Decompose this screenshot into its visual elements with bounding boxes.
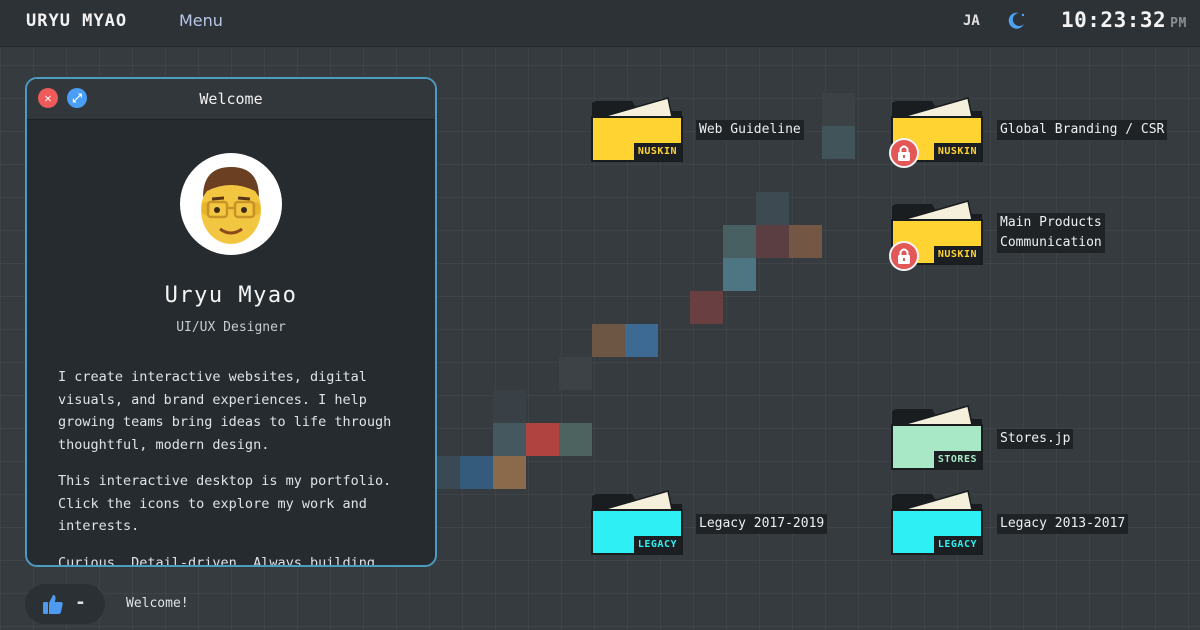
folder-global-branding[interactable]: NUSKIN [889, 95, 985, 168]
clock-ampm: PM [1170, 16, 1187, 31]
window-title: Welcome [199, 90, 263, 108]
like-count: - [75, 592, 86, 613]
folder-label[interactable]: Global Branding / CSR [997, 120, 1168, 140]
folder-tag: NUSKIN [933, 246, 981, 264]
status-message: Welcome! [126, 596, 189, 611]
folder-main-products[interactable]: NUSKIN [889, 198, 985, 271]
site-logo[interactable]: URYU MYAO [26, 11, 127, 31]
folder-label[interactable]: Legacy 2013-2017 [997, 514, 1129, 534]
profile-role: UI/UX Designer [176, 320, 286, 335]
folder-web-guideline[interactable]: NUSKIN [590, 95, 685, 165]
folder-tag: NUSKIN [933, 143, 981, 161]
folder-tag: STORES [933, 451, 981, 469]
folder-tag: LEGACY [633, 536, 681, 554]
folder-label[interactable]: Stores.jp [997, 429, 1074, 449]
clock: 10:23:32 PM [1061, 8, 1187, 32]
language-toggle[interactable]: JA [963, 13, 980, 29]
folder-legacy-2013-2017[interactable]: LEGACY [890, 488, 985, 558]
welcome-window: ✕ ⤢ Welcome Uryu Myao UI/UX Designer I c… [25, 77, 437, 567]
folder-label[interactable]: Legacy 2017-2019 [696, 514, 828, 534]
clock-time: 10:23:32 [1061, 8, 1167, 32]
lock-icon [889, 138, 919, 168]
folder-label[interactable]: Web Guideline [696, 120, 804, 140]
window-titlebar[interactable]: ✕ ⤢ Welcome [27, 79, 435, 120]
lock-icon [889, 241, 919, 271]
menu-button[interactable]: Menu [179, 11, 223, 30]
moon-icon[interactable] [1005, 10, 1027, 32]
folder-tag: NUSKIN [633, 143, 681, 161]
folder-label[interactable]: Main Products Communication [997, 213, 1105, 253]
avatar [180, 153, 282, 255]
top-bar: URYU MYAO Menu JA 10:23:32 PM [0, 0, 1200, 46]
bio-paragraph-1: I create interactive websites, digital v… [58, 369, 392, 453]
folder-legacy-2017-2019[interactable]: LEGACY [590, 488, 685, 558]
bio-paragraph-2: This interactive desktop is my portfolio… [58, 473, 392, 534]
profile-name: Uryu Myao [164, 283, 298, 308]
folder-tag: LEGACY [933, 536, 981, 554]
thumbs-up-icon[interactable] [42, 593, 64, 615]
like-button[interactable]: - [25, 584, 105, 624]
folder-stores[interactable]: STORES [890, 403, 985, 473]
bio-paragraph-3: Curious. Detail-driven. Always building. [58, 555, 384, 567]
